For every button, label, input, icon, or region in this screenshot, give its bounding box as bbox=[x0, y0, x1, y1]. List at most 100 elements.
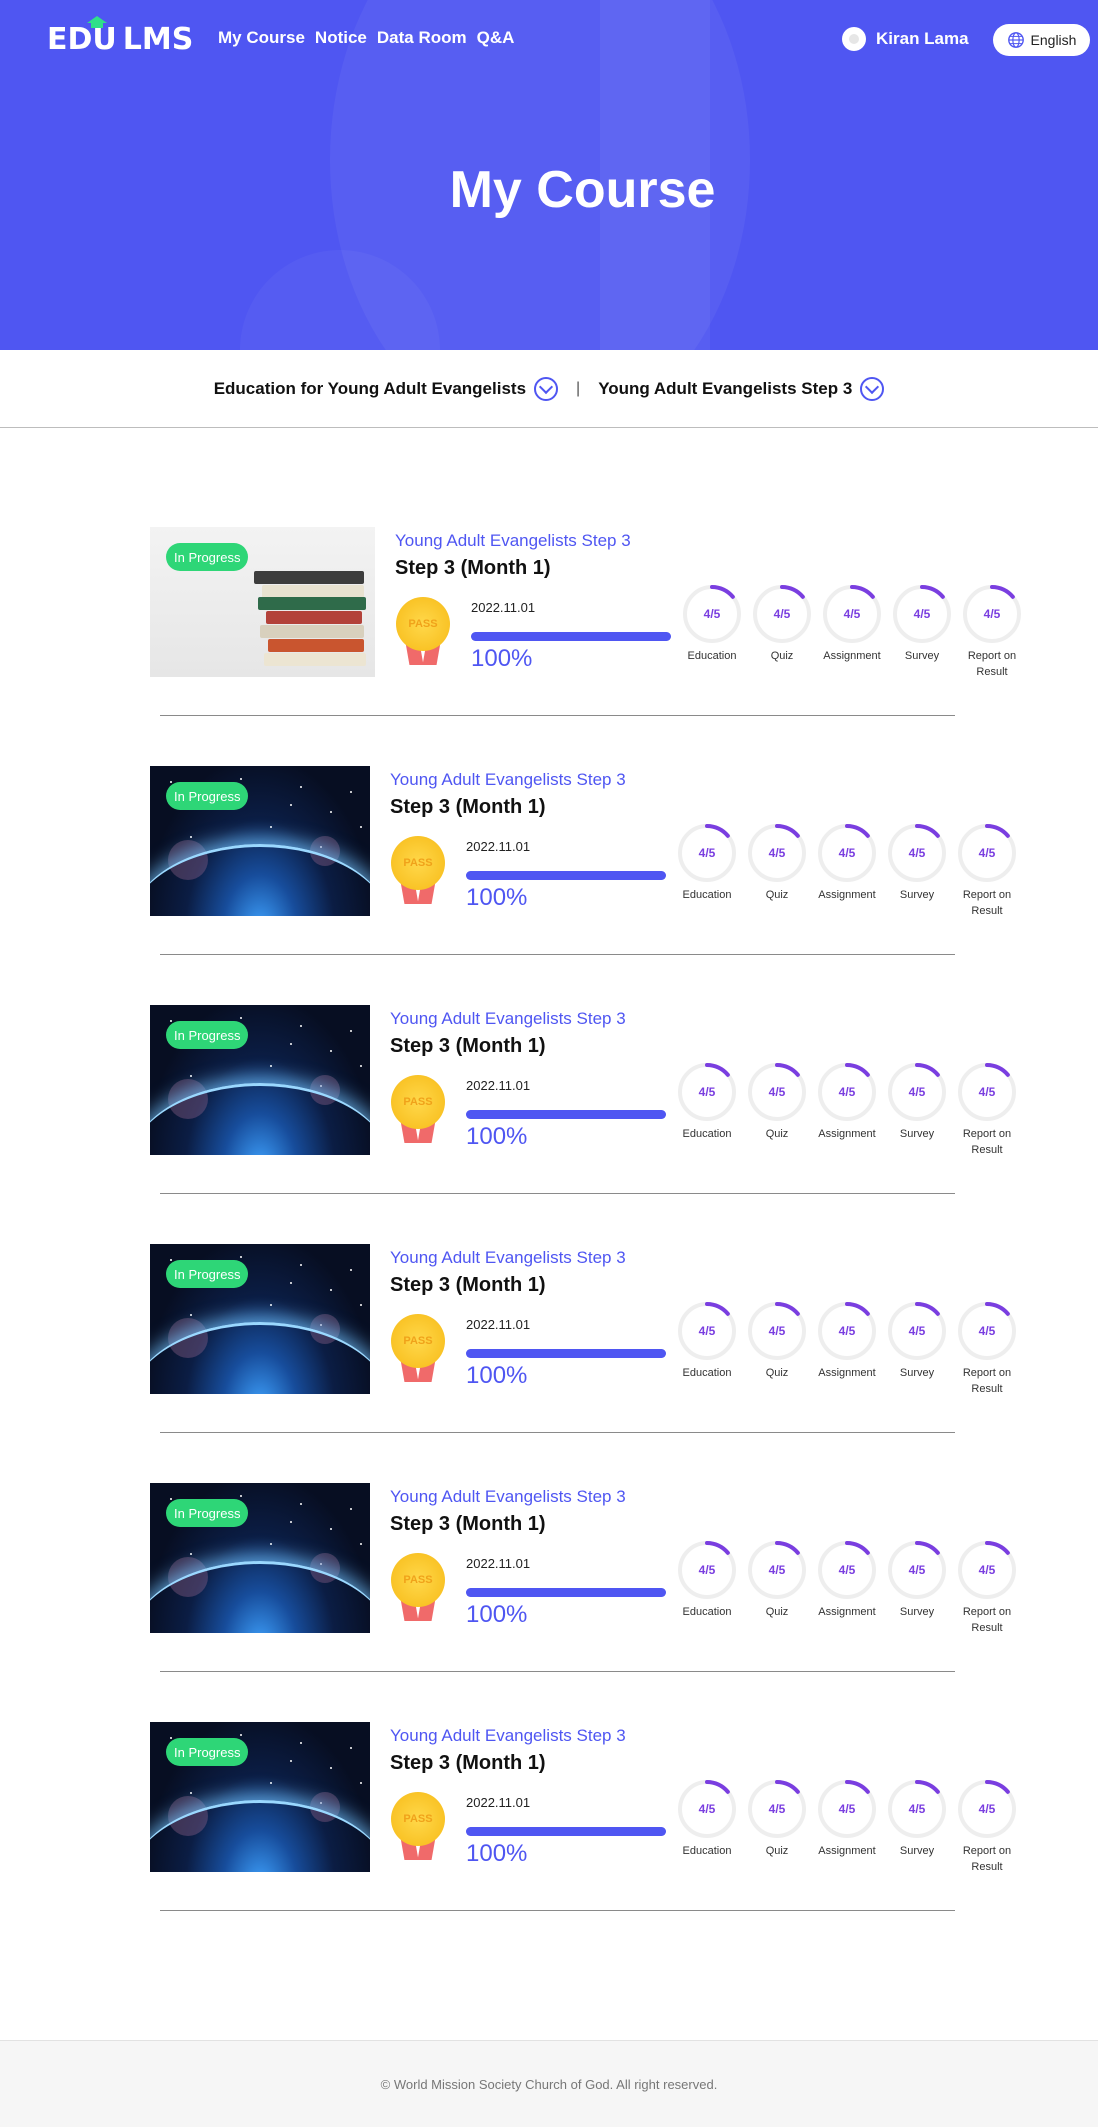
course-thumbnail[interactable]: In Progress bbox=[150, 766, 370, 916]
progress-percent: 100% bbox=[466, 1840, 528, 1867]
course-card[interactable]: In Progress Young Adult Evangelists Step… bbox=[150, 527, 1021, 716]
star-shape bbox=[240, 1256, 242, 1258]
progress-ring: 4/5 bbox=[822, 584, 882, 644]
page-header: EDU LMS My Course Notice Data Room Q&A K… bbox=[0, 0, 1098, 350]
star-shape bbox=[330, 1289, 332, 1291]
step-select-label: Young Adult Evangelists Step 3 bbox=[598, 378, 853, 398]
nav-my-course[interactable]: My Course bbox=[218, 28, 305, 48]
globe-icon bbox=[1007, 32, 1024, 48]
medal-label: PASS bbox=[403, 857, 433, 869]
book-shape bbox=[258, 597, 366, 610]
progress-ring-item: 4/5 Report on Result bbox=[957, 584, 1027, 680]
progress-ring: 4/5 bbox=[887, 823, 947, 883]
progress-ring: 4/5 bbox=[957, 1779, 1017, 1839]
ring-label: Education bbox=[682, 889, 732, 901]
ring-label: Quiz bbox=[765, 1606, 789, 1618]
step-select[interactable]: Young Adult Evangelists Step 3 bbox=[598, 376, 885, 401]
activity-rings: 4/5 Education 4/5 Quiz 4/5 Assignment 4/… bbox=[672, 823, 1022, 919]
pass-medal-icon: PASS bbox=[390, 1792, 448, 1862]
course-title[interactable]: Young Adult Evangelists Step 3 bbox=[390, 1248, 626, 1268]
course-thumbnail[interactable]: In Progress bbox=[150, 1244, 370, 1394]
progress-ring-item: 4/5 Quiz bbox=[742, 1540, 812, 1636]
progress-ring: 4/5 bbox=[962, 584, 1022, 644]
course-title[interactable]: Young Adult Evangelists Step 3 bbox=[390, 1487, 626, 1507]
pass-medal-icon: PASS bbox=[390, 1553, 448, 1623]
progress-ring: 4/5 bbox=[677, 1062, 737, 1122]
ring-label: Quiz bbox=[765, 1367, 789, 1379]
progress-percent: 100% bbox=[471, 645, 533, 672]
course-card[interactable]: In Progress Young Adult Evangelists Step… bbox=[150, 766, 1022, 955]
nav-data-room[interactable]: Data Room bbox=[377, 28, 467, 48]
ring-value: 4/5 bbox=[838, 1563, 856, 1577]
course-title[interactable]: Young Adult Evangelists Step 3 bbox=[390, 770, 626, 790]
star-shape bbox=[190, 1314, 192, 1316]
main-nav: My Course Notice Data Room Q&A bbox=[218, 28, 514, 48]
star-shape bbox=[240, 1734, 242, 1736]
course-title[interactable]: Young Adult Evangelists Step 3 bbox=[390, 1009, 626, 1029]
course-subtitle: Step 3 (Month 1) bbox=[390, 796, 546, 818]
nav-qna[interactable]: Q&A bbox=[477, 28, 515, 48]
course-thumbnail[interactable]: In Progress bbox=[150, 527, 375, 677]
progress-ring-item: 4/5 Education bbox=[672, 1062, 742, 1158]
ring-label: Education bbox=[687, 650, 737, 662]
nav-notice[interactable]: Notice bbox=[315, 28, 367, 48]
course-card[interactable]: In Progress Young Adult Evangelists Step… bbox=[150, 1722, 1020, 1911]
language-button[interactable]: English bbox=[993, 24, 1090, 56]
ring-value: 4/5 bbox=[908, 846, 926, 860]
progress-ring: 4/5 bbox=[747, 1062, 807, 1122]
logo[interactable]: EDU LMS bbox=[47, 16, 193, 57]
progress-ring-item: 4/5 Education bbox=[677, 584, 747, 680]
course-date: 2022.11.01 bbox=[466, 1078, 531, 1093]
ring-label: Assignment bbox=[818, 1128, 876, 1140]
divider bbox=[160, 1671, 955, 1672]
program-select[interactable]: Education for Young Adult Evangelists bbox=[213, 376, 559, 401]
course-subtitle: Step 3 (Month 1) bbox=[395, 557, 551, 579]
course-card[interactable]: In Progress Young Adult Evangelists Step… bbox=[150, 1244, 1022, 1433]
activity-rings: 4/5 Education 4/5 Quiz 4/5 Assignment 4/… bbox=[672, 1301, 1022, 1397]
course-title[interactable]: Young Adult Evangelists Step 3 bbox=[390, 1726, 626, 1746]
star-shape bbox=[170, 1020, 172, 1022]
program-select-label: Education for Young Adult Evangelists bbox=[213, 378, 527, 398]
progress-ring: 4/5 bbox=[957, 823, 1017, 883]
progress-ring: 4/5 bbox=[677, 1301, 737, 1361]
ring-label: Quiz bbox=[765, 1128, 789, 1140]
course-card[interactable]: In Progress Young Adult Evangelists Step… bbox=[150, 1483, 1020, 1672]
course-card[interactable]: In Progress Young Adult Evangelists Step… bbox=[150, 1005, 1022, 1194]
ring-value: 4/5 bbox=[978, 1802, 996, 1816]
ring-value: 4/5 bbox=[838, 846, 856, 860]
user-menu[interactable]: Kiran Lama bbox=[842, 27, 969, 51]
progress-ring: 4/5 bbox=[747, 1779, 807, 1839]
filter-separator: | bbox=[576, 379, 581, 397]
star-shape bbox=[330, 1528, 332, 1530]
ring-value: 4/5 bbox=[978, 1324, 996, 1338]
activity-rings: 4/5 Education 4/5 Quiz 4/5 Assignment 4/… bbox=[672, 1062, 1022, 1158]
status-badge: In Progress bbox=[166, 1738, 249, 1766]
star-shape bbox=[240, 1495, 242, 1497]
course-title[interactable]: Young Adult Evangelists Step 3 bbox=[395, 531, 631, 551]
progress-ring-item: 4/5 Education bbox=[672, 823, 742, 919]
ring-value: 4/5 bbox=[703, 607, 721, 621]
progress-ring-item: 4/5 Report on Result bbox=[952, 1301, 1022, 1397]
progress-ring: 4/5 bbox=[887, 1540, 947, 1600]
course-filter-bar: Education for Young Adult Evangelists | … bbox=[0, 350, 1098, 428]
progress-bar-fill bbox=[466, 1588, 666, 1597]
course-thumbnail[interactable]: In Progress bbox=[150, 1483, 370, 1633]
course-thumbnail[interactable]: In Progress bbox=[150, 1722, 370, 1872]
lens-flare bbox=[168, 1796, 208, 1836]
star-shape bbox=[290, 1043, 292, 1045]
progress-ring-item: 4/5 Assignment bbox=[812, 823, 882, 919]
lens-flare bbox=[168, 840, 208, 880]
lens-flare bbox=[310, 1075, 340, 1105]
ring-value: 4/5 bbox=[913, 607, 931, 621]
progress-ring-item: 4/5 Education bbox=[672, 1779, 742, 1875]
progress-ring: 4/5 bbox=[817, 1062, 877, 1122]
medal-label: PASS bbox=[408, 618, 438, 630]
medal-label: PASS bbox=[403, 1335, 433, 1347]
star-shape bbox=[360, 1304, 362, 1306]
course-thumbnail[interactable]: In Progress bbox=[150, 1005, 370, 1155]
progress-ring-item: 4/5 Report on Result bbox=[952, 823, 1022, 919]
star-shape bbox=[240, 778, 242, 780]
progress-bar bbox=[466, 1110, 666, 1119]
ring-label: Survey bbox=[899, 1845, 935, 1857]
progress-ring: 4/5 bbox=[957, 1062, 1017, 1122]
